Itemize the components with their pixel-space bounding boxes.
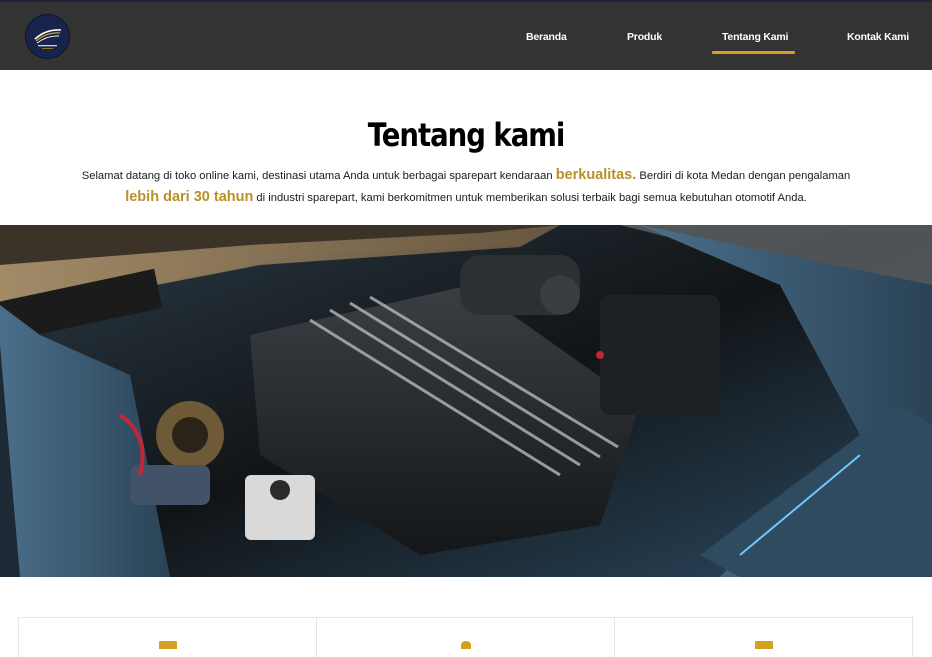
brand-logo[interactable] — [26, 15, 69, 58]
page-title: Tentang kami — [367, 116, 566, 154]
about-text-part1: Selamat datang di toko online kami, dest… — [81, 170, 556, 182]
feature-icon-1 — [158, 641, 177, 649]
feature-icon-3 — [754, 641, 773, 649]
feature-card-1 — [18, 617, 317, 657]
navbar: Beranda Produk Tentang Kami Kontak Kami — [0, 0, 932, 70]
car-engine-photo-icon — [0, 225, 932, 577]
logo-emblem-icon — [26, 15, 69, 58]
highlight-quality: berkualitas. — [555, 167, 637, 183]
about-section: Tentang kami Selamat datang di toko onli… — [0, 70, 932, 225]
about-text-part2: Berdiri di kota Medan dengan pengalaman — [636, 170, 851, 182]
nav-active-indicator — [712, 51, 795, 54]
about-text-part3: di industri sparepart, kami berkomitmen … — [253, 192, 807, 204]
about-description: Selamat datang di toko online kami, dest… — [60, 165, 872, 209]
highlight-experience: lebih dari 30 tahun — [125, 189, 254, 205]
feature-card-3 — [614, 617, 913, 657]
feature-card-2 — [316, 617, 615, 657]
nav-produk[interactable]: Produk — [627, 31, 662, 43]
hero-engine-image — [0, 225, 932, 577]
nav-beranda[interactable]: Beranda — [526, 31, 567, 43]
nav-tentang-kami[interactable]: Tentang Kami — [722, 31, 788, 43]
feature-icon-2 — [460, 641, 471, 649]
nav-kontak-kami[interactable]: Kontak Kami — [847, 31, 909, 43]
feature-cards — [18, 617, 914, 657]
